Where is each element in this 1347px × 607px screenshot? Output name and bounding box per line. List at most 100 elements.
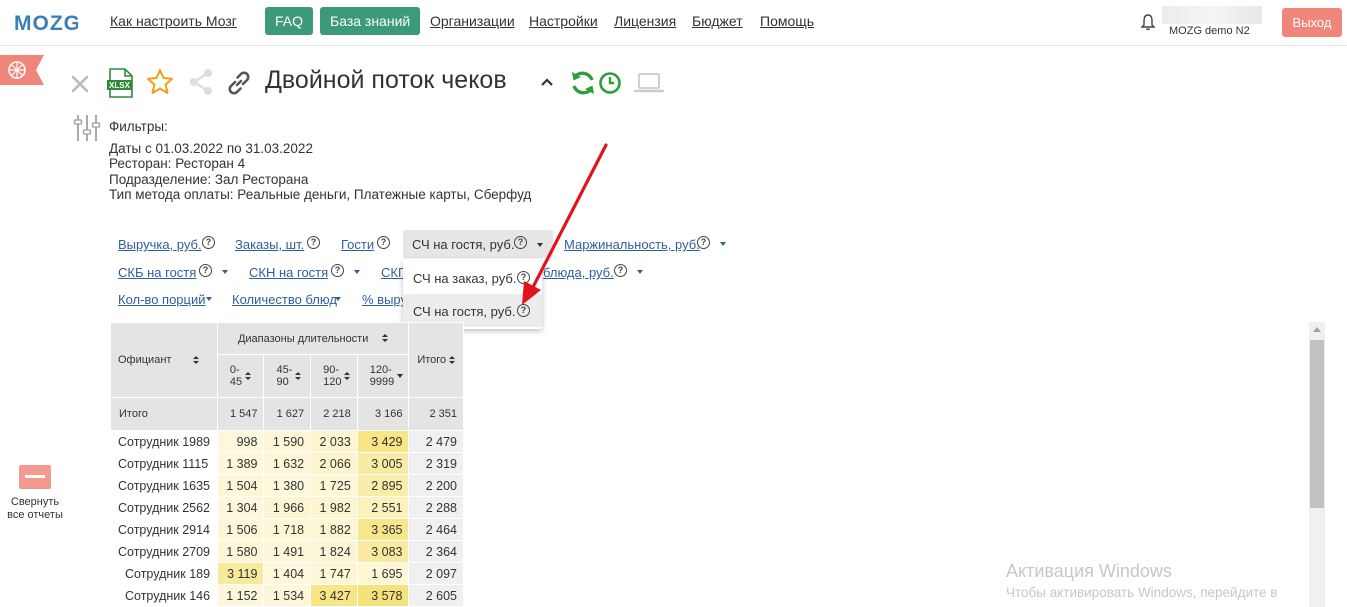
nav-organizations[interactable]: Организации bbox=[430, 13, 515, 29]
filter-dates: Даты с 01.03.2022 по 31.03.2022 bbox=[109, 141, 531, 157]
svg-text:XLSX: XLSX bbox=[109, 81, 131, 90]
tab-margin[interactable]: Маржинальность, руб. bbox=[564, 237, 700, 252]
filter-restaurant-label: Ресторан: bbox=[109, 156, 172, 171]
chevron-down-icon[interactable] bbox=[354, 270, 360, 274]
help-icon[interactable]: ? bbox=[514, 236, 527, 249]
sort-desc-icon[interactable] bbox=[397, 374, 404, 379]
help-icon[interactable]: ? bbox=[331, 264, 344, 277]
total-row-label: Итого bbox=[110, 397, 218, 431]
scroll-up-arrow-icon[interactable] bbox=[1313, 327, 1321, 332]
faq-button[interactable]: FAQ bbox=[265, 7, 314, 35]
reports-ribbon-icon[interactable] bbox=[0, 55, 44, 85]
value-cell: 2 551 bbox=[356, 496, 410, 519]
link-icon[interactable] bbox=[225, 69, 253, 97]
tab-revenue-label: Выручка, руб. bbox=[118, 237, 202, 252]
sort-icon[interactable] bbox=[295, 371, 302, 381]
help-icon[interactable]: ? bbox=[202, 236, 215, 249]
col-header-total[interactable]: Итого bbox=[408, 322, 464, 398]
row-total-cell: 2 464 bbox=[408, 518, 464, 541]
col-header-range-label: 120- bbox=[369, 364, 392, 377]
table-row: Сотрудник 189 3 119 1 404 1 747 1 695 2 097 bbox=[110, 562, 464, 585]
help-icon[interactable]: ? bbox=[377, 236, 390, 249]
clock-icon[interactable] bbox=[598, 71, 622, 95]
star-icon[interactable] bbox=[146, 68, 174, 96]
knowledge-base-button[interactable]: База знаний bbox=[320, 7, 421, 35]
sort-icon[interactable] bbox=[344, 371, 351, 381]
laptop-icon[interactable] bbox=[634, 72, 664, 94]
tab-portions[interactable]: Кол-во порций bbox=[118, 292, 206, 307]
col-header-range-label: 120 bbox=[323, 376, 342, 389]
tab-orders[interactable]: Заказы, шт. bbox=[235, 237, 304, 252]
filter-restaurant-value: Ресторан 4 bbox=[171, 156, 246, 171]
collapse-label-line1: Свернуть bbox=[10, 496, 60, 508]
help-icon[interactable]: ? bbox=[697, 236, 710, 249]
chevron-down-icon[interactable] bbox=[335, 297, 341, 301]
help-icon[interactable]: ? bbox=[307, 236, 320, 249]
col-group-label: Диапазоны длительности bbox=[237, 332, 369, 345]
tab-avg-check-per-guest-active[interactable]: СЧ на гостя, руб. ? bbox=[403, 230, 553, 258]
help-icon[interactable]: ? bbox=[199, 264, 212, 277]
tab-skb-label: СКБ на гостя bbox=[118, 265, 197, 280]
xlsx-export-icon[interactable]: XLSX bbox=[106, 68, 134, 98]
dropdown-item-avg-check-per-order[interactable]: СЧ на заказ, руб. ? bbox=[403, 261, 542, 294]
collapse-all-reports-button[interactable] bbox=[19, 465, 51, 489]
waiter-name-cell: Сотрудник 2562 bbox=[110, 496, 218, 519]
top-navbar: MOZG Как настроить Мозг FAQ База знаний … bbox=[0, 0, 1347, 46]
waiter-name-cell: Сотрудник 1635 bbox=[110, 474, 218, 497]
col-header-waiter[interactable]: Официант bbox=[110, 322, 218, 398]
value-cell: 1 882 bbox=[310, 518, 358, 541]
help-icon[interactable]: ? bbox=[517, 271, 530, 284]
sort-icon[interactable] bbox=[193, 355, 200, 365]
filter-restaurant: Ресторан: Ресторан 4 bbox=[109, 156, 531, 172]
col-header-range[interactable]: 0- 45 bbox=[216, 354, 265, 398]
table-row: Сотрудник 2914 1 506 1 718 1 882 3 365 2 464 bbox=[110, 518, 464, 541]
tab-guests[interactable]: Гости bbox=[341, 237, 374, 252]
tab-dish-count[interactable]: Количество блюд bbox=[232, 292, 337, 307]
sort-icon[interactable] bbox=[449, 355, 456, 365]
logout-button[interactable]: Выход bbox=[1282, 8, 1342, 37]
nav-how-to-setup[interactable]: Как настроить Мозг bbox=[110, 13, 237, 29]
sort-icon[interactable] bbox=[382, 334, 389, 343]
collapse-all-reports-label[interactable]: Свернуть все отчеты bbox=[0, 496, 70, 522]
waiter-name-cell: Сотрудник 2709 bbox=[110, 540, 218, 563]
tab-skn-per-guest[interactable]: СКН на гостя bbox=[249, 265, 328, 280]
nav-settings[interactable]: Настройки bbox=[529, 13, 598, 29]
help-icon[interactable]: ? bbox=[517, 304, 530, 317]
value-cell: 1 725 bbox=[310, 474, 358, 497]
chevron-up-icon[interactable] bbox=[540, 77, 554, 87]
filters-sliders-icon[interactable] bbox=[72, 113, 102, 143]
close-icon[interactable] bbox=[71, 75, 89, 93]
mozg-logo[interactable]: MOZG bbox=[14, 8, 78, 38]
chevron-down-icon[interactable] bbox=[206, 297, 212, 301]
value-cell: 2 033 bbox=[310, 430, 358, 453]
tab-revenue-percent[interactable]: % выру bbox=[362, 292, 407, 307]
col-group-duration-ranges[interactable]: Диапазоны длительности bbox=[216, 322, 410, 356]
tab-revenue[interactable]: Выручка, руб. bbox=[118, 237, 202, 252]
col-header-range[interactable]: 45- 90 bbox=[263, 354, 312, 398]
user-name[interactable]: MOZG demo N2 bbox=[1169, 25, 1250, 37]
share-icon[interactable] bbox=[187, 68, 215, 96]
nav-budget[interactable]: Бюджет bbox=[692, 13, 743, 29]
tab-dish-price[interactable]: блюда, руб. bbox=[543, 265, 614, 280]
value-cell: 1 504 bbox=[216, 474, 265, 497]
chevron-down-icon[interactable] bbox=[720, 242, 726, 246]
chevron-down-icon[interactable] bbox=[222, 270, 228, 274]
filter-division-value: Зал Ресторана bbox=[211, 171, 309, 187]
nav-license[interactable]: Лицензия bbox=[614, 13, 676, 29]
bell-icon[interactable] bbox=[1140, 13, 1156, 31]
sort-icon[interactable] bbox=[245, 371, 252, 381]
chevron-down-icon[interactable] bbox=[637, 270, 643, 274]
nav-help[interactable]: Помощь bbox=[760, 13, 814, 29]
pivot-table-container: Официант Диапазоны длительности Итого 0-… bbox=[110, 322, 464, 607]
help-icon[interactable]: ? bbox=[614, 264, 627, 277]
value-cell: 3 083 bbox=[356, 540, 410, 563]
value-cell: 1 534 bbox=[263, 584, 312, 607]
refresh-icon[interactable] bbox=[569, 69, 597, 97]
tab-skb-per-guest[interactable]: СКБ на гостя bbox=[118, 265, 196, 280]
filter-dates-value: с 01.03.2022 по 31.03.2022 bbox=[141, 140, 313, 156]
col-header-total-label: Итого bbox=[417, 354, 447, 366]
row-total-cell: 2 605 bbox=[408, 584, 464, 607]
scrollbar-thumb[interactable] bbox=[1310, 340, 1324, 508]
col-header-range[interactable]: 120- 9999 bbox=[356, 354, 410, 398]
col-header-range[interactable]: 90- 120 bbox=[310, 354, 358, 398]
